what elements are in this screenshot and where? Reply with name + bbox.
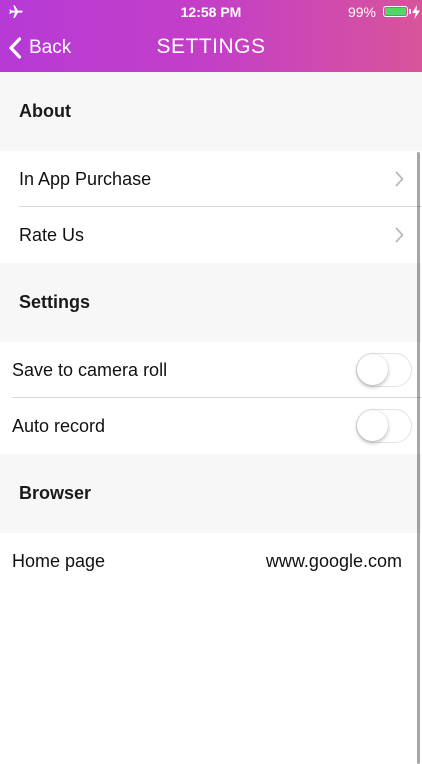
section-header-about: About: [0, 72, 422, 151]
row-save-to-camera-roll: Save to camera roll: [0, 342, 422, 398]
bolt-icon: [412, 5, 420, 19]
chevron-right-icon: [395, 171, 404, 187]
navigation-bar: Back SETTINGS: [0, 24, 422, 72]
row-label: Rate Us: [19, 224, 85, 245]
row-in-app-purchase[interactable]: In App Purchase: [0, 151, 422, 207]
battery-percent: 99%: [347, 4, 376, 20]
section-header-settings: Settings: [0, 263, 422, 342]
home-page-value: www.google.com: [265, 550, 402, 571]
row-label: Home page: [12, 550, 106, 571]
row-label: Auto record: [12, 415, 106, 436]
header-bar: 12:58 PM 99% Back SETTINGS: [0, 0, 422, 72]
battery-tip: [409, 9, 411, 14]
row-label: Save to camera roll: [12, 359, 168, 380]
row-rate-us[interactable]: Rate Us: [0, 207, 422, 263]
chevron-right-icon: [395, 227, 404, 243]
row-label: In App Purchase: [19, 168, 152, 189]
page-title: SETTINGS: [156, 35, 266, 58]
battery-icon: [383, 6, 408, 17]
status-bar: 12:58 PM 99%: [0, 0, 422, 24]
toggle-knob: [357, 410, 388, 441]
row-auto-record: Auto record: [0, 398, 422, 454]
section-header-browser: Browser: [0, 454, 422, 533]
scroll-indicator[interactable]: [417, 152, 420, 764]
settings-list: About In App Purchase Rate Us Settings S…: [0, 72, 422, 764]
auto-record-toggle[interactable]: [356, 409, 412, 443]
row-home-page[interactable]: Home page www.google.com: [0, 533, 422, 589]
save-to-camera-roll-toggle[interactable]: [356, 353, 412, 387]
toggle-knob: [357, 354, 388, 385]
battery-level-fill: [385, 8, 406, 15]
